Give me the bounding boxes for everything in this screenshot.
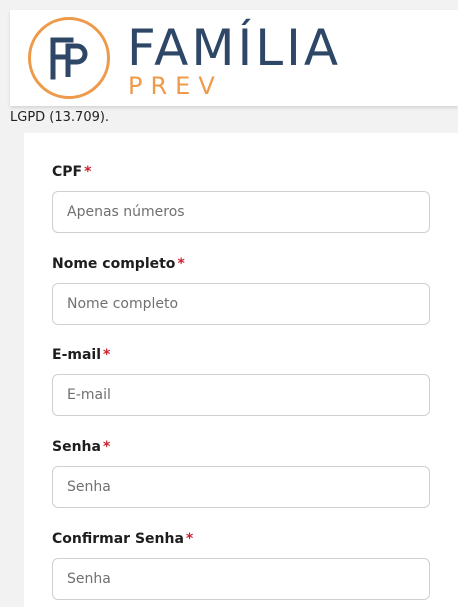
password-label-text: Senha (52, 439, 101, 455)
email-label: E-mail * (52, 346, 110, 364)
lgpd-notice: LGPD (13.709). (10, 110, 110, 125)
required-marker: * (84, 164, 92, 180)
cpf-label: CPF * (52, 163, 91, 181)
full-name-label-text: Nome completo (52, 256, 176, 272)
required-marker: * (103, 347, 111, 363)
confirm-password-label-text: Confirmar Senha (52, 531, 184, 547)
required-marker: * (185, 531, 194, 547)
full-name-input[interactable] (52, 283, 430, 325)
required-marker: * (177, 256, 185, 272)
full-name-label: Nome completo * (52, 255, 185, 273)
email-label-text: E-mail (52, 347, 102, 363)
cpf-input[interactable] (52, 191, 430, 233)
logo-fp-icon (28, 17, 110, 99)
header: FAMÍLIA PREV (10, 10, 458, 106)
password-label: Senha * (52, 438, 110, 456)
password-input[interactable] (52, 466, 430, 508)
confirm-password-label: Confirmar Senha * (52, 530, 193, 548)
registration-form: CPF* Nome completo* E-mail* Senha* Confi… (24, 133, 458, 607)
brand-subtitle: PREV (128, 72, 223, 100)
cpf-label-text: CPF (52, 164, 83, 180)
confirm-password-input[interactable] (52, 558, 430, 600)
required-marker: * (102, 439, 111, 455)
email-input[interactable] (52, 374, 430, 416)
